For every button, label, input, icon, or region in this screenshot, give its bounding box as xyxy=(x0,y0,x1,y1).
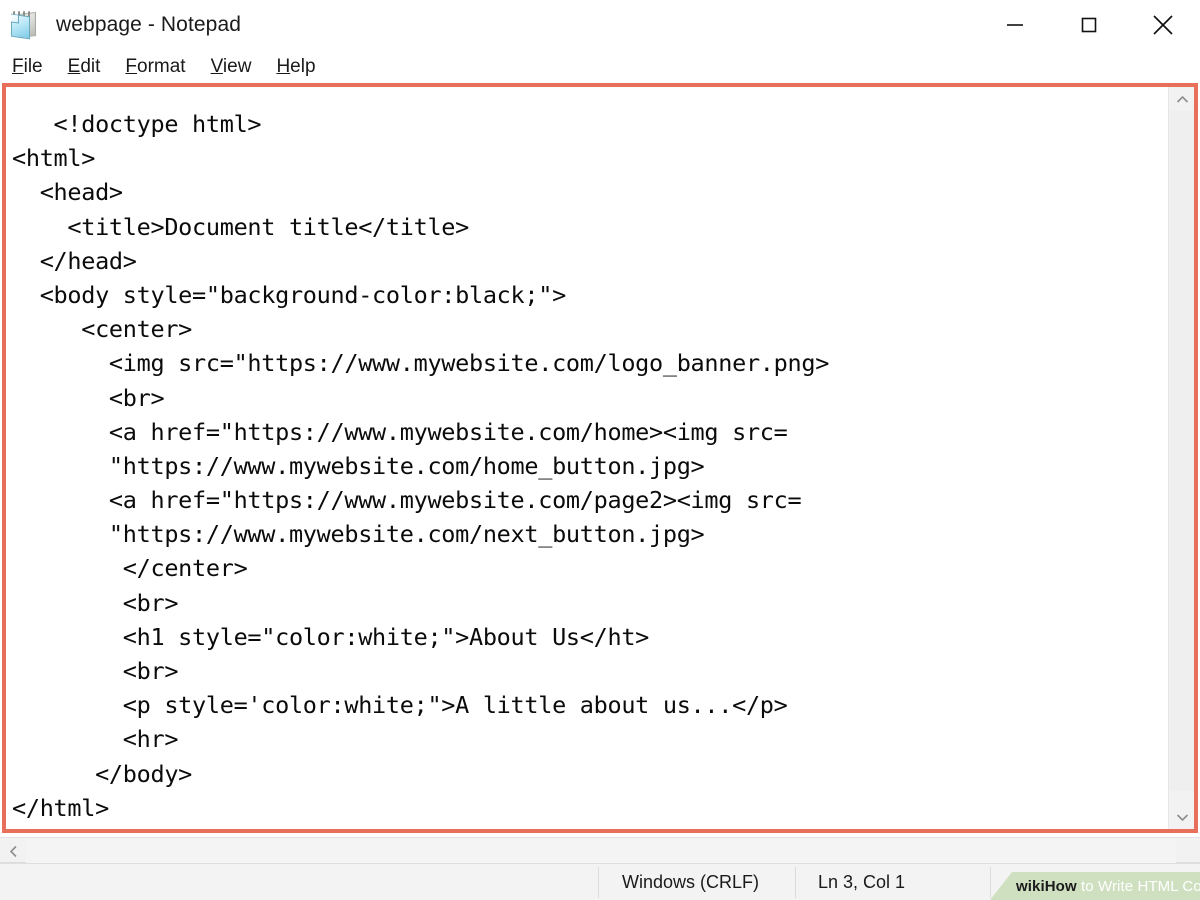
code-line: </head> xyxy=(12,246,137,275)
status-separator-1 xyxy=(598,867,599,898)
code-line: <hr> xyxy=(12,725,179,754)
code-line: <br> xyxy=(12,588,179,617)
editor-highlight-frame: <!doctype html> <html> <head> <title>Docu… xyxy=(2,83,1198,833)
text-editor-area[interactable]: <!doctype html> <html> <head> <title>Docu… xyxy=(6,87,1194,829)
minimize-button[interactable] xyxy=(978,0,1052,50)
status-cursor-position: Ln 3, Col 1 xyxy=(818,872,906,892)
maximize-icon xyxy=(1081,17,1097,33)
window-controls xyxy=(978,0,1200,50)
menu-accel-edit: E xyxy=(67,55,81,77)
menu-item-edit[interactable]: Edit xyxy=(68,56,101,78)
chevron-down-icon[interactable] xyxy=(1169,805,1194,829)
chevron-up-icon[interactable] xyxy=(1169,87,1194,111)
code-line: </center> xyxy=(12,554,248,583)
menu-accel-view: V xyxy=(210,55,223,77)
menu-item-format[interactable]: Format xyxy=(125,56,185,78)
menu-accel-help: H xyxy=(276,55,291,77)
notepad-icon xyxy=(8,10,42,40)
maximize-button[interactable] xyxy=(1052,0,1126,50)
code-line: <a href="https://www.mywebsite.com/home>… xyxy=(12,417,788,446)
vertical-scroll-thumb[interactable] xyxy=(1170,111,1194,791)
code-line: <body style="background-color:black;"> xyxy=(12,280,567,309)
menu-label-edit: dit xyxy=(80,55,101,77)
vertical-scrollbar[interactable] xyxy=(1168,87,1194,829)
menu-item-help[interactable]: Help xyxy=(276,56,315,78)
menu-label-format: ormat xyxy=(137,55,186,77)
code-line: </body> xyxy=(12,759,193,788)
window-title: webpage - Notepad xyxy=(56,13,241,36)
horizontal-scrollbar[interactable] xyxy=(0,837,1200,863)
watermark-brand-how: How xyxy=(1044,877,1077,895)
status-separator-3 xyxy=(990,867,991,898)
close-button[interactable] xyxy=(1126,0,1200,50)
minimize-icon xyxy=(1007,24,1023,26)
chevron-left-icon[interactable] xyxy=(0,838,26,864)
notepad-window: webpage - Notepad File Edit Format View … xyxy=(0,0,1200,900)
code-line: <head> xyxy=(12,178,123,207)
watermark-tagline: to Write HTML Code xyxy=(1080,877,1200,895)
menu-label-view: iew xyxy=(222,55,252,77)
horizontal-scroll-thumb[interactable] xyxy=(26,839,1176,863)
code-line: <img src="https://www.mywebsite.com/logo… xyxy=(12,349,830,378)
code-line: <html> xyxy=(12,144,96,173)
menu-item-file[interactable]: File xyxy=(12,56,43,78)
menu-item-view[interactable]: View xyxy=(211,56,252,78)
status-separator-2 xyxy=(795,867,796,898)
menu-accel-format: F xyxy=(125,55,137,77)
code-line: </html> xyxy=(12,793,109,822)
code-line: <br> xyxy=(12,383,165,412)
code-line: <center> xyxy=(12,315,193,344)
watermark-brand-wiki: wiki xyxy=(1016,877,1045,895)
code-line: <a href="https://www.mywebsite.com/page2… xyxy=(12,486,802,515)
wikihow-watermark: wikiHow to Write HTML Code xyxy=(990,872,1200,900)
code-line: <br> xyxy=(12,657,179,685)
code-line: "https://www.mywebsite.com/home_button.j… xyxy=(12,451,705,480)
menu-accel-file: F xyxy=(12,55,24,77)
status-line-ending: Windows (CRLF) xyxy=(622,872,760,892)
code-line: "https://www.mywebsite.com/next_button.j… xyxy=(12,520,705,549)
title-bar: webpage - Notepad xyxy=(0,0,1200,50)
code-line: <h1 style="color:white;">About Us</ht> xyxy=(12,622,650,651)
code-line: <!doctype html> xyxy=(12,110,262,138)
watermark-text: wikiHow to Write HTML Code xyxy=(1016,878,1200,895)
menu-label-file: ile xyxy=(23,55,43,77)
menu-bar: File Edit Format View Help xyxy=(0,50,1200,83)
close-icon xyxy=(1153,15,1173,35)
code-line: <title>Document title</title> xyxy=(12,212,469,241)
code-line: <p style='color:white;">A little about u… xyxy=(12,691,788,720)
menu-label-help: elp xyxy=(290,55,316,77)
code-content[interactable]: <!doctype html> <html> <head> <title>Docu… xyxy=(12,107,1162,825)
